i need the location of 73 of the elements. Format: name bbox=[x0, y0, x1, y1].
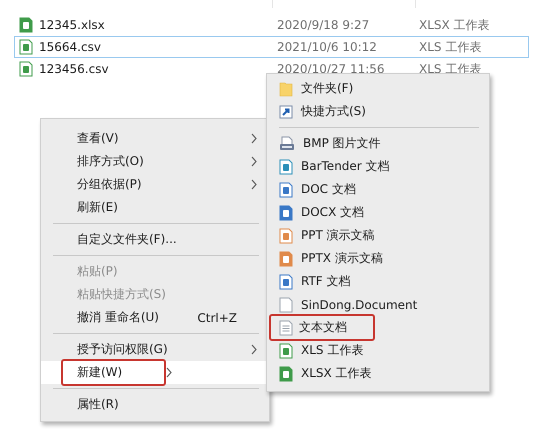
file-type: XLSX 工作表 bbox=[419, 16, 491, 34]
menu-item-label: SinDong.Document bbox=[301, 298, 418, 312]
menu-item-label: 快捷方式(S) bbox=[301, 103, 367, 120]
menu-item[interactable]: SinDong.Document bbox=[267, 293, 489, 316]
menu-item[interactable]: 新建(W) bbox=[41, 361, 269, 384]
document-icon bbox=[279, 228, 293, 244]
file-row[interactable]: 12345.xlsx 2020/9/18 9:27 XLSX 工作表 bbox=[14, 14, 529, 36]
document-icon bbox=[279, 274, 293, 290]
menu-item[interactable]: 撤消 重命名(U) Ctrl+Z bbox=[41, 306, 269, 329]
menu-item-label: 自定义文件夹(F)... bbox=[77, 231, 178, 248]
image-file-icon bbox=[279, 136, 295, 152]
menu-item-label: BMP 图片文件 bbox=[303, 135, 382, 152]
modified-date: 2021/10/6 10:12 bbox=[277, 40, 378, 54]
menu-item-label: 新建(W) bbox=[61, 359, 166, 386]
menu-item-label: 粘贴快捷方式(S) bbox=[77, 286, 167, 303]
spreadsheet-file-icon bbox=[19, 39, 33, 55]
blank-file-icon bbox=[279, 296, 293, 312]
document-icon bbox=[279, 182, 293, 198]
menu-item-label: DOCX 文档 bbox=[301, 204, 366, 221]
menu-item[interactable]: XLS 工作表 bbox=[267, 339, 489, 362]
spreadsheet-file-icon bbox=[279, 342, 293, 358]
menu-item[interactable]: DOC 文档 bbox=[267, 178, 489, 201]
menu-item-label: 查看(V) bbox=[77, 130, 120, 147]
menu-item-label: 文件夹(F) bbox=[301, 80, 354, 97]
menu-item-label: 粘贴(P) bbox=[77, 263, 119, 280]
menu-item-label: DOC 文档 bbox=[301, 181, 357, 198]
text-file-icon bbox=[279, 320, 293, 336]
menu-item-label: BarTender 文档 bbox=[301, 158, 391, 175]
menu-item[interactable]: 文件夹(F) bbox=[267, 77, 489, 100]
document-icon bbox=[279, 204, 293, 220]
menu-item[interactable]: XLSX 工作表 bbox=[267, 362, 489, 385]
menu-item[interactable]: 排序方式(O) bbox=[41, 150, 269, 173]
menu-item-label: 分组依据(P) bbox=[77, 176, 143, 193]
menu-item[interactable]: DOCX 文档 bbox=[267, 201, 489, 224]
menu-item[interactable]: 快捷方式(S) bbox=[267, 100, 489, 123]
menu-item[interactable]: PPTX 演示文稿 bbox=[267, 247, 489, 270]
document-icon bbox=[279, 158, 293, 174]
menu-item[interactable]: RTF 文档 bbox=[267, 270, 489, 293]
shortcut-icon bbox=[279, 104, 293, 118]
menu-item[interactable]: BarTender 文档 bbox=[267, 155, 489, 178]
menu-item-label: 属性(R) bbox=[77, 396, 120, 413]
menu-item[interactable]: 分组依据(P) bbox=[41, 173, 269, 196]
menu-item-label: 授予访问权限(G) bbox=[77, 341, 169, 358]
menu-item-label: XLSX 工作表 bbox=[301, 365, 373, 382]
menu-item-label: 文本文档 bbox=[269, 314, 375, 341]
document-icon bbox=[279, 250, 293, 266]
shortcut-text: Ctrl+Z bbox=[197, 310, 237, 324]
spreadsheet-file-icon bbox=[19, 17, 33, 33]
menu-item-label: 排序方式(O) bbox=[77, 153, 145, 170]
menu-item-label: 撤消 重命名(U) bbox=[77, 309, 160, 326]
folder-icon bbox=[279, 80, 293, 96]
menu-item[interactable]: 属性(R) bbox=[41, 393, 269, 416]
menu-item-label: PPTX 演示文稿 bbox=[301, 250, 384, 267]
menu-item-label: 刷新(E) bbox=[77, 199, 119, 216]
menu-item-label: RTF 文档 bbox=[301, 273, 352, 290]
spreadsheet-file-icon bbox=[279, 366, 293, 382]
menu-item[interactable]: PPT 演示文稿 bbox=[267, 224, 489, 247]
modified-date: 2020/10/27 11:56 bbox=[277, 62, 386, 76]
file-name: 123456.csv bbox=[39, 62, 109, 76]
file-name: 15664.csv bbox=[39, 40, 101, 54]
menu-item-label: XLS 工作表 bbox=[301, 342, 364, 359]
menu-item[interactable]: 自定义文件夹(F)... bbox=[41, 228, 269, 251]
menu-item[interactable]: 文本文档 bbox=[267, 316, 489, 339]
file-type: XLS 工作表 bbox=[419, 38, 482, 56]
menu-item[interactable]: 查看(V) bbox=[41, 127, 269, 150]
menu-item[interactable]: 刷新(E) bbox=[41, 196, 269, 219]
menu-item[interactable]: 授予访问权限(G) bbox=[41, 338, 269, 361]
file-row[interactable]: 15664.csv 2021/10/6 10:12 XLS 工作表 bbox=[14, 36, 529, 58]
spreadsheet-file-icon bbox=[19, 61, 33, 77]
menu-item-label: PPT 演示文稿 bbox=[301, 227, 376, 244]
file-name: 12345.xlsx bbox=[39, 18, 105, 32]
menu-item[interactable]: BMP 图片文件 bbox=[267, 132, 489, 155]
modified-date: 2020/9/18 9:27 bbox=[277, 18, 370, 32]
